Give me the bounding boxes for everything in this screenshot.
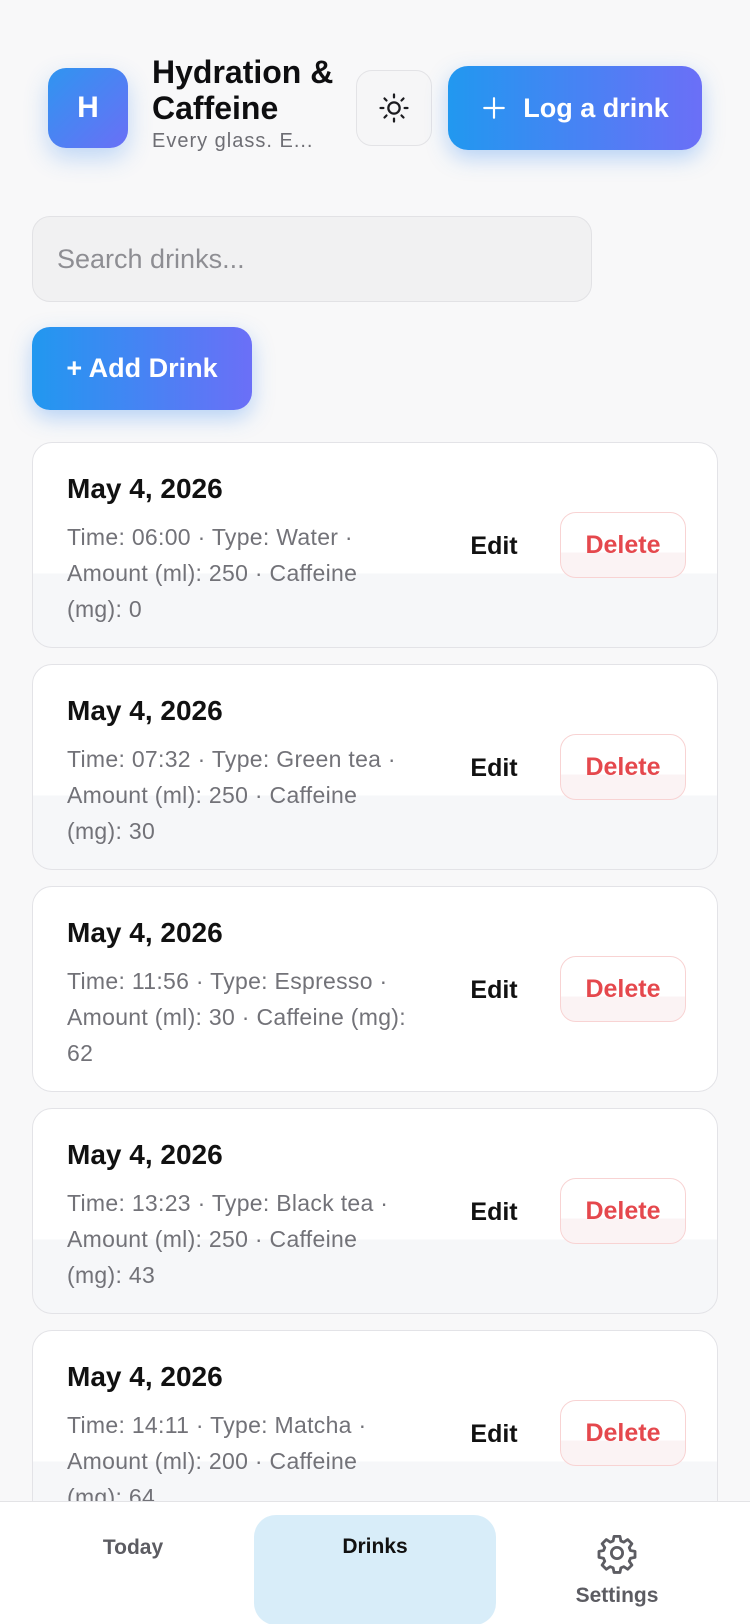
drink-detail: Time: 14:11 · Type: Matcha · Amount (ml)…	[67, 1412, 367, 1510]
drink-card: May 4, 2026 Time: 07:32 · Type: Green te…	[32, 664, 718, 870]
drink-card: May 4, 2026 Time: 06:00 · Type: Water · …	[32, 442, 718, 648]
drink-date: May 4, 2026	[67, 1139, 223, 1170]
delete-button[interactable]: Delete	[560, 956, 686, 1022]
drink-detail: Time: 13:23 · Type: Black tea · Amount (…	[67, 1190, 389, 1288]
log-drink-button[interactable]: Log a drink	[448, 66, 702, 150]
sun-icon	[379, 93, 409, 123]
tab-settings[interactable]: Settings	[517, 1502, 717, 1624]
theme-toggle-button[interactable]	[356, 70, 432, 146]
app-subtitle: Every glass. E...	[152, 130, 314, 152]
drink-card: May 4, 2026 Time: 13:23 · Type: Black te…	[32, 1108, 718, 1314]
drink-detail: Time: 06:00 · Type: Water · Amount (ml):…	[67, 524, 358, 622]
delete-button[interactable]: Delete	[560, 1178, 686, 1244]
plus-icon	[483, 97, 506, 119]
drink-detail: Time: 11:56 · Type: Espresso · Amount (m…	[67, 968, 406, 1066]
tab-drinks-label: Drinks	[342, 1535, 408, 1558]
gear-icon	[597, 1534, 637, 1574]
tab-drinks[interactable]: Drinks	[254, 1515, 496, 1624]
drink-date: May 4, 2026	[67, 473, 223, 504]
app-header: H Hydration & Caffeine Every glass. E...…	[0, 0, 750, 190]
edit-button[interactable]: Edit	[461, 1409, 527, 1459]
add-drink-button[interactable]: + Add Drink	[32, 327, 252, 410]
edit-button[interactable]: Edit	[461, 1187, 527, 1237]
delete-button[interactable]: Delete	[560, 734, 686, 800]
delete-button[interactable]: Delete	[560, 512, 686, 578]
search-input[interactable]	[32, 216, 592, 302]
tab-today[interactable]: Today	[33, 1502, 233, 1624]
edit-button[interactable]: Edit	[461, 521, 527, 571]
drink-detail: Time: 07:32 · Type: Green tea · Amount (…	[67, 746, 396, 844]
app-title: Hydration & Caffeine	[152, 54, 334, 126]
delete-button[interactable]: Delete	[560, 1400, 686, 1466]
tab-today-label: Today	[102, 1536, 164, 1559]
drink-date: May 4, 2026	[67, 695, 223, 726]
edit-button[interactable]: Edit	[461, 965, 527, 1015]
drink-date: May 4, 2026	[67, 917, 223, 948]
drinks-screen: H Hydration & Caffeine Every glass. E...…	[0, 0, 750, 1624]
drink-date: May 4, 2026	[67, 1361, 223, 1392]
drink-card: May 4, 2026 Time: 11:56 · Type: Espresso…	[32, 886, 718, 1092]
edit-button[interactable]: Edit	[461, 743, 527, 793]
log-drink-label: Log a drink	[523, 92, 669, 123]
bottom-nav: Today Drinks Settings	[0, 1501, 750, 1624]
app-logo: H	[48, 68, 128, 148]
tab-settings-label: Settings	[575, 1584, 659, 1607]
